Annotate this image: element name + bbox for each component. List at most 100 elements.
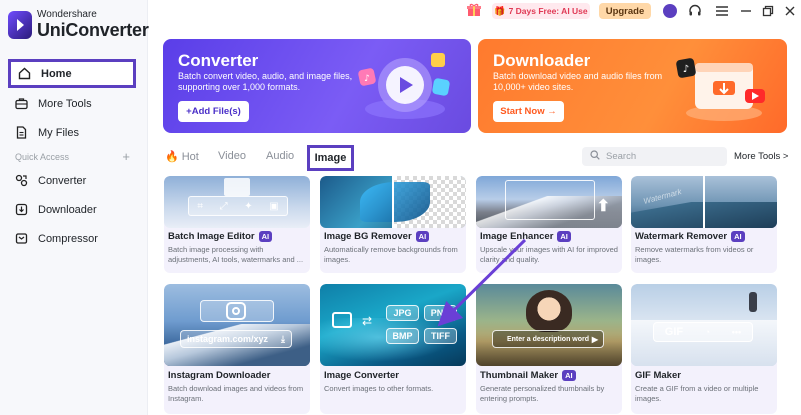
card-title-text: Thumbnail Maker — [480, 370, 559, 381]
sidebar-item-label: Compressor — [38, 232, 98, 245]
thumbnail-maker-thumbnail: Enter a description word ▶ — [476, 284, 622, 366]
sidebar-item-compressor[interactable]: Compressor — [8, 224, 136, 253]
image-bg-remover-thumbnail — [320, 176, 466, 228]
add-files-button[interactable]: +Add File(s) — [178, 101, 249, 122]
gift-icon[interactable] — [466, 3, 482, 17]
headset-support-icon[interactable] — [687, 3, 703, 19]
card-image-enhancer[interactable]: ⬆ Image Enhancer AI Upscale your images w… — [476, 176, 622, 273]
format-chip-bmp: BMP — [386, 328, 419, 344]
sidebar-item-more-tools[interactable]: More Tools — [8, 89, 136, 118]
card-title: Thumbnail Maker AI — [480, 370, 576, 381]
quick-access-header: Quick Access + — [15, 150, 130, 163]
app-logo: Wondershare UniConverter — [8, 10, 149, 39]
card-desc: Batch image processing with adjustments,… — [168, 245, 304, 264]
card-watermark-remover[interactable]: Watermark Watermark Remover AI Remove wat… — [631, 176, 777, 273]
card-title: Image BG Remover AI — [324, 231, 430, 242]
tab-image[interactable]: Image — [307, 145, 354, 171]
card-title-text: Image Converter — [324, 370, 399, 381]
close-icon[interactable] — [782, 3, 798, 19]
card-title: GIF Maker — [635, 370, 681, 381]
user-avatar-icon[interactable] — [662, 3, 678, 19]
minimize-icon[interactable] — [738, 3, 754, 19]
brand-name: Wondershare — [37, 9, 97, 20]
gift-small-icon: 🎁 — [494, 5, 506, 16]
card-desc: Create a GIF from a video or multiple im… — [635, 384, 759, 403]
downloader-desc: Batch download video and audio files fro… — [493, 71, 663, 92]
fire-icon: 🔥 — [165, 151, 179, 163]
restore-icon[interactable] — [760, 3, 776, 19]
ai-badge: AI — [557, 231, 571, 242]
start-now-button[interactable]: Start Now → — [493, 101, 564, 122]
download-arrow-icon: ⤓ — [281, 333, 285, 344]
image-icon: ▣ — [269, 200, 279, 212]
card-title-text: Image Enhancer — [480, 231, 554, 242]
sidebar-item-my-files[interactable]: My Files — [8, 118, 136, 147]
card-title-text: Image BG Remover — [324, 231, 412, 242]
add-quick-access-icon[interactable]: + — [122, 150, 130, 163]
instagram-icon — [226, 302, 246, 320]
send-arrow-icon: ▶ — [591, 334, 598, 344]
tab-video[interactable]: Video — [218, 150, 246, 162]
prompt-placeholder-text: Enter a description word — [506, 335, 590, 343]
card-title: Batch Image Editor AI — [168, 231, 273, 242]
card-desc: Remove watermarks from videos or images. — [635, 245, 754, 264]
free-trial-promo-button[interactable]: 🎁 7 Days Free: AI Use — [492, 3, 590, 19]
card-image-bg-remover[interactable]: Image BG Remover AI Automatically remove … — [320, 176, 466, 273]
upload-arrow-icon: ⬆ — [596, 198, 610, 215]
card-title-text: Batch Image Editor — [168, 231, 255, 242]
card-thumbnail-maker[interactable]: Enter a description word ▶ Thumbnail Mak… — [476, 284, 622, 414]
card-desc: Upscale your images with AI for improved… — [480, 245, 618, 264]
quick-access-label: Quick Access — [15, 152, 70, 162]
card-instagram-downloader[interactable]: instagram.com/xyz ⤓ Instagram Downloader… — [164, 284, 310, 414]
sidebar-item-label: Downloader — [38, 203, 97, 216]
upgrade-button[interactable]: Upgrade — [599, 3, 651, 19]
download-icon — [14, 202, 29, 217]
downloader-banner[interactable]: Downloader Batch download video and audi… — [478, 39, 787, 133]
ai-badge: AI — [258, 231, 273, 242]
converter-banner[interactable]: Converter Batch convert video, audio, an… — [163, 39, 471, 133]
menu-icon[interactable] — [714, 3, 730, 19]
image-converter-thumbnail: ⇄ JPG PNG BMP TIFF — [320, 284, 466, 366]
converter-illustration-icon: ♪ — [358, 53, 450, 119]
file-icon — [14, 125, 29, 140]
card-desc: Convert images to other formats. — [324, 384, 434, 393]
tab-audio[interactable]: Audio — [266, 150, 294, 162]
gif-control-bar: GIF ◔ ••• — [653, 322, 753, 342]
sidebar-item-label: More Tools — [38, 97, 92, 110]
batch-image-editor-thumbnail: ⌗ ⤢ ✦ ▣ — [164, 176, 310, 228]
sidebar-item-converter[interactable]: Converter — [8, 166, 136, 195]
card-title-text: Instagram Downloader — [168, 370, 271, 381]
promo-label: 7 Days Free: AI Use — [508, 6, 588, 16]
compress-icon — [14, 231, 29, 246]
format-chip-png: PNG — [424, 305, 457, 321]
sidebar-item-downloader[interactable]: Downloader — [8, 195, 136, 224]
sidebar-item-home[interactable]: Home — [8, 59, 136, 88]
ai-tool-icon: ✦ — [244, 200, 253, 212]
instagram-url-text: instagram.com/xyz — [187, 334, 269, 344]
downloader-title: Downloader — [493, 51, 591, 70]
watermark-remover-thumbnail: Watermark — [631, 176, 777, 228]
svg-text:♪: ♪ — [364, 74, 370, 84]
product-name: UniConverter — [37, 20, 149, 40]
card-desc: Batch download images and videos from In… — [168, 384, 304, 403]
home-icon — [17, 66, 32, 81]
ai-badge: AI — [562, 370, 576, 381]
image-enhancer-thumbnail: ⬆ — [476, 176, 622, 228]
ai-badge: AI — [415, 231, 430, 242]
converter-title: Converter — [178, 51, 259, 70]
search-placeholder: Search — [606, 151, 637, 162]
card-image-converter[interactable]: ⇄ JPG PNG BMP TIFF Image Converter Conve… — [320, 284, 466, 414]
more-dots-icon: ••• — [731, 327, 742, 337]
tab-hot[interactable]: 🔥 Hot — [165, 150, 199, 163]
search-input[interactable]: Search — [582, 147, 727, 166]
card-batch-image-editor[interactable]: ⌗ ⤢ ✦ ▣ Batch Image Editor AI Batch image pr… — [164, 176, 310, 273]
gif-label: GIF — [664, 326, 684, 338]
card-title: Watermark Remover AI — [635, 231, 745, 242]
card-gif-maker[interactable]: GIF ◔ ••• GIF Maker Create a GIF from a … — [631, 284, 777, 414]
instagram-url-field: instagram.com/xyz ⤓ — [180, 330, 292, 348]
ai-badge: AI — [731, 231, 745, 242]
card-title: Image Enhancer AI — [480, 231, 571, 242]
toolbox-icon — [14, 96, 29, 111]
more-tools-link[interactable]: More Tools > — [734, 151, 788, 162]
card-title-text: GIF Maker — [635, 370, 681, 381]
